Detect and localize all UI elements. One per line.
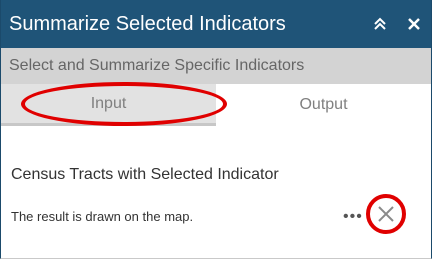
remove-result-button[interactable] (366, 194, 406, 234)
tab-bar: Input Output (1, 82, 431, 126)
output-content: Census Tracts with Selected Indicator Th… (1, 166, 431, 234)
tab-input-label: Input (90, 94, 127, 112)
result-row: The result is drawn on the map. ••• (11, 194, 421, 234)
close-button[interactable] (397, 7, 431, 41)
close-icon (408, 18, 420, 30)
tab-output-label: Output (299, 96, 348, 113)
summarize-widget-panel: Summarize Selected Indicators Select and… (0, 0, 432, 259)
double-chevron-up-icon (374, 17, 386, 30)
ellipsis-icon[interactable]: ••• (343, 208, 363, 226)
widget-titlebar: Summarize Selected Indicators (1, 0, 431, 48)
widget-subtitle: Select and Summarize Specific Indicators (1, 48, 431, 84)
widget-title: Summarize Selected Indicators (9, 12, 286, 35)
tab-input[interactable]: Input (1, 84, 216, 126)
section-title: Census Tracts with Selected Indicator (11, 166, 279, 183)
result-text: The result is drawn on the map. (11, 208, 194, 224)
x-icon (378, 206, 394, 222)
collapse-button[interactable] (363, 7, 397, 41)
tab-output[interactable]: Output (216, 84, 431, 126)
